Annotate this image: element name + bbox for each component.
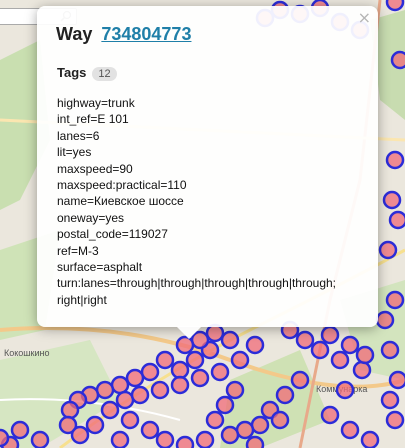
tag-item: ref=M-3 bbox=[57, 243, 99, 258]
map-marker[interactable] bbox=[175, 435, 195, 448]
map-marker[interactable] bbox=[195, 430, 215, 448]
tag-item: name=Киевское шоссе bbox=[57, 194, 184, 209]
map-marker[interactable] bbox=[385, 0, 405, 12]
map-marker[interactable] bbox=[310, 340, 330, 360]
map-marker[interactable] bbox=[30, 430, 50, 448]
popup-title: Way 734804773 bbox=[56, 24, 191, 45]
map-marker[interactable] bbox=[245, 435, 265, 448]
map-marker[interactable] bbox=[210, 362, 230, 382]
map-marker[interactable] bbox=[290, 370, 310, 390]
map-marker[interactable] bbox=[0, 428, 10, 448]
map-marker[interactable] bbox=[320, 325, 340, 345]
map-marker[interactable] bbox=[155, 350, 175, 370]
map-marker[interactable] bbox=[235, 420, 255, 440]
tag-item: lit=yes bbox=[57, 145, 92, 160]
map-marker[interactable] bbox=[100, 400, 120, 420]
map-marker[interactable] bbox=[385, 150, 405, 170]
map-marker[interactable] bbox=[320, 405, 340, 425]
map-marker[interactable] bbox=[185, 350, 205, 370]
map-label: Кокошкино bbox=[4, 348, 49, 358]
map-marker[interactable] bbox=[10, 420, 30, 440]
map-marker[interactable] bbox=[170, 375, 190, 395]
map-marker[interactable] bbox=[155, 430, 175, 448]
map-marker[interactable] bbox=[130, 385, 150, 405]
feature-type: Way bbox=[56, 24, 93, 44]
map-marker[interactable] bbox=[95, 380, 115, 400]
tag-item: lanes=6 bbox=[57, 128, 100, 143]
map-marker[interactable] bbox=[120, 410, 140, 430]
tag-item: int_ref=E 101 bbox=[57, 112, 129, 127]
map-marker[interactable] bbox=[340, 335, 360, 355]
map-marker[interactable] bbox=[388, 210, 405, 230]
map-marker[interactable] bbox=[110, 430, 130, 448]
map-marker[interactable] bbox=[215, 395, 235, 415]
map-marker[interactable] bbox=[270, 410, 290, 430]
feature-popup: × Way 734804773 Tags 12 highway=trunk int… bbox=[37, 6, 378, 327]
map-marker[interactable] bbox=[85, 415, 105, 435]
map-marker[interactable] bbox=[390, 50, 405, 70]
map-marker[interactable] bbox=[335, 380, 355, 400]
tags-heading: Tags 12 bbox=[57, 65, 117, 81]
map-marker[interactable] bbox=[125, 368, 145, 388]
tag-item: postal_code=119027 bbox=[57, 227, 168, 242]
map-marker[interactable] bbox=[378, 240, 398, 260]
map-marker[interactable] bbox=[190, 368, 210, 388]
map-marker[interactable] bbox=[60, 400, 80, 420]
map-marker[interactable] bbox=[175, 335, 195, 355]
map-marker[interactable] bbox=[140, 362, 160, 382]
map-marker[interactable] bbox=[220, 425, 240, 445]
map-marker[interactable] bbox=[385, 290, 405, 310]
map-marker[interactable] bbox=[275, 385, 295, 405]
map-marker[interactable] bbox=[205, 410, 225, 430]
map-marker[interactable] bbox=[140, 420, 160, 440]
map-marker[interactable] bbox=[70, 425, 90, 445]
map-marker[interactable] bbox=[380, 340, 400, 360]
tag-item: right|right bbox=[57, 292, 107, 307]
map-marker[interactable] bbox=[340, 420, 360, 440]
map-marker[interactable] bbox=[380, 390, 400, 410]
map-marker[interactable] bbox=[295, 330, 315, 350]
map-marker[interactable] bbox=[110, 375, 130, 395]
map-marker[interactable] bbox=[385, 410, 405, 430]
tag-item: maxspeed=90 bbox=[57, 161, 133, 176]
map-marker[interactable] bbox=[230, 350, 250, 370]
map-marker[interactable] bbox=[250, 415, 270, 435]
map-marker[interactable] bbox=[150, 380, 170, 400]
tag-list: highway=trunk int_ref=E 101 lanes=6 lit=… bbox=[57, 95, 357, 308]
map-marker[interactable] bbox=[115, 390, 135, 410]
map-marker[interactable] bbox=[225, 380, 245, 400]
tags-label: Tags bbox=[57, 65, 87, 80]
tag-item: turn:lanes=through|through|through|throu… bbox=[57, 276, 337, 291]
tag-item: highway=trunk bbox=[57, 96, 135, 110]
map-marker[interactable] bbox=[205, 323, 225, 343]
map-marker[interactable] bbox=[245, 335, 265, 355]
map-marker[interactable] bbox=[170, 360, 190, 380]
tag-item: surface=asphalt bbox=[57, 260, 143, 275]
map-marker[interactable] bbox=[355, 345, 375, 365]
map-marker[interactable] bbox=[388, 370, 405, 390]
map-marker[interactable] bbox=[382, 190, 402, 210]
popup-tip bbox=[176, 326, 202, 339]
map-marker[interactable] bbox=[375, 310, 395, 330]
map-marker[interactable] bbox=[220, 330, 240, 350]
tag-item: oneway=yes bbox=[57, 210, 125, 225]
map-marker[interactable] bbox=[352, 360, 372, 380]
tag-count-badge: 12 bbox=[92, 67, 117, 81]
feature-id-link[interactable]: 734804773 bbox=[101, 24, 191, 44]
tag-item: maxspeed:practical=110 bbox=[57, 178, 187, 193]
map-marker[interactable] bbox=[360, 430, 380, 448]
map-marker[interactable] bbox=[330, 350, 350, 370]
close-icon[interactable]: × bbox=[358, 9, 371, 27]
